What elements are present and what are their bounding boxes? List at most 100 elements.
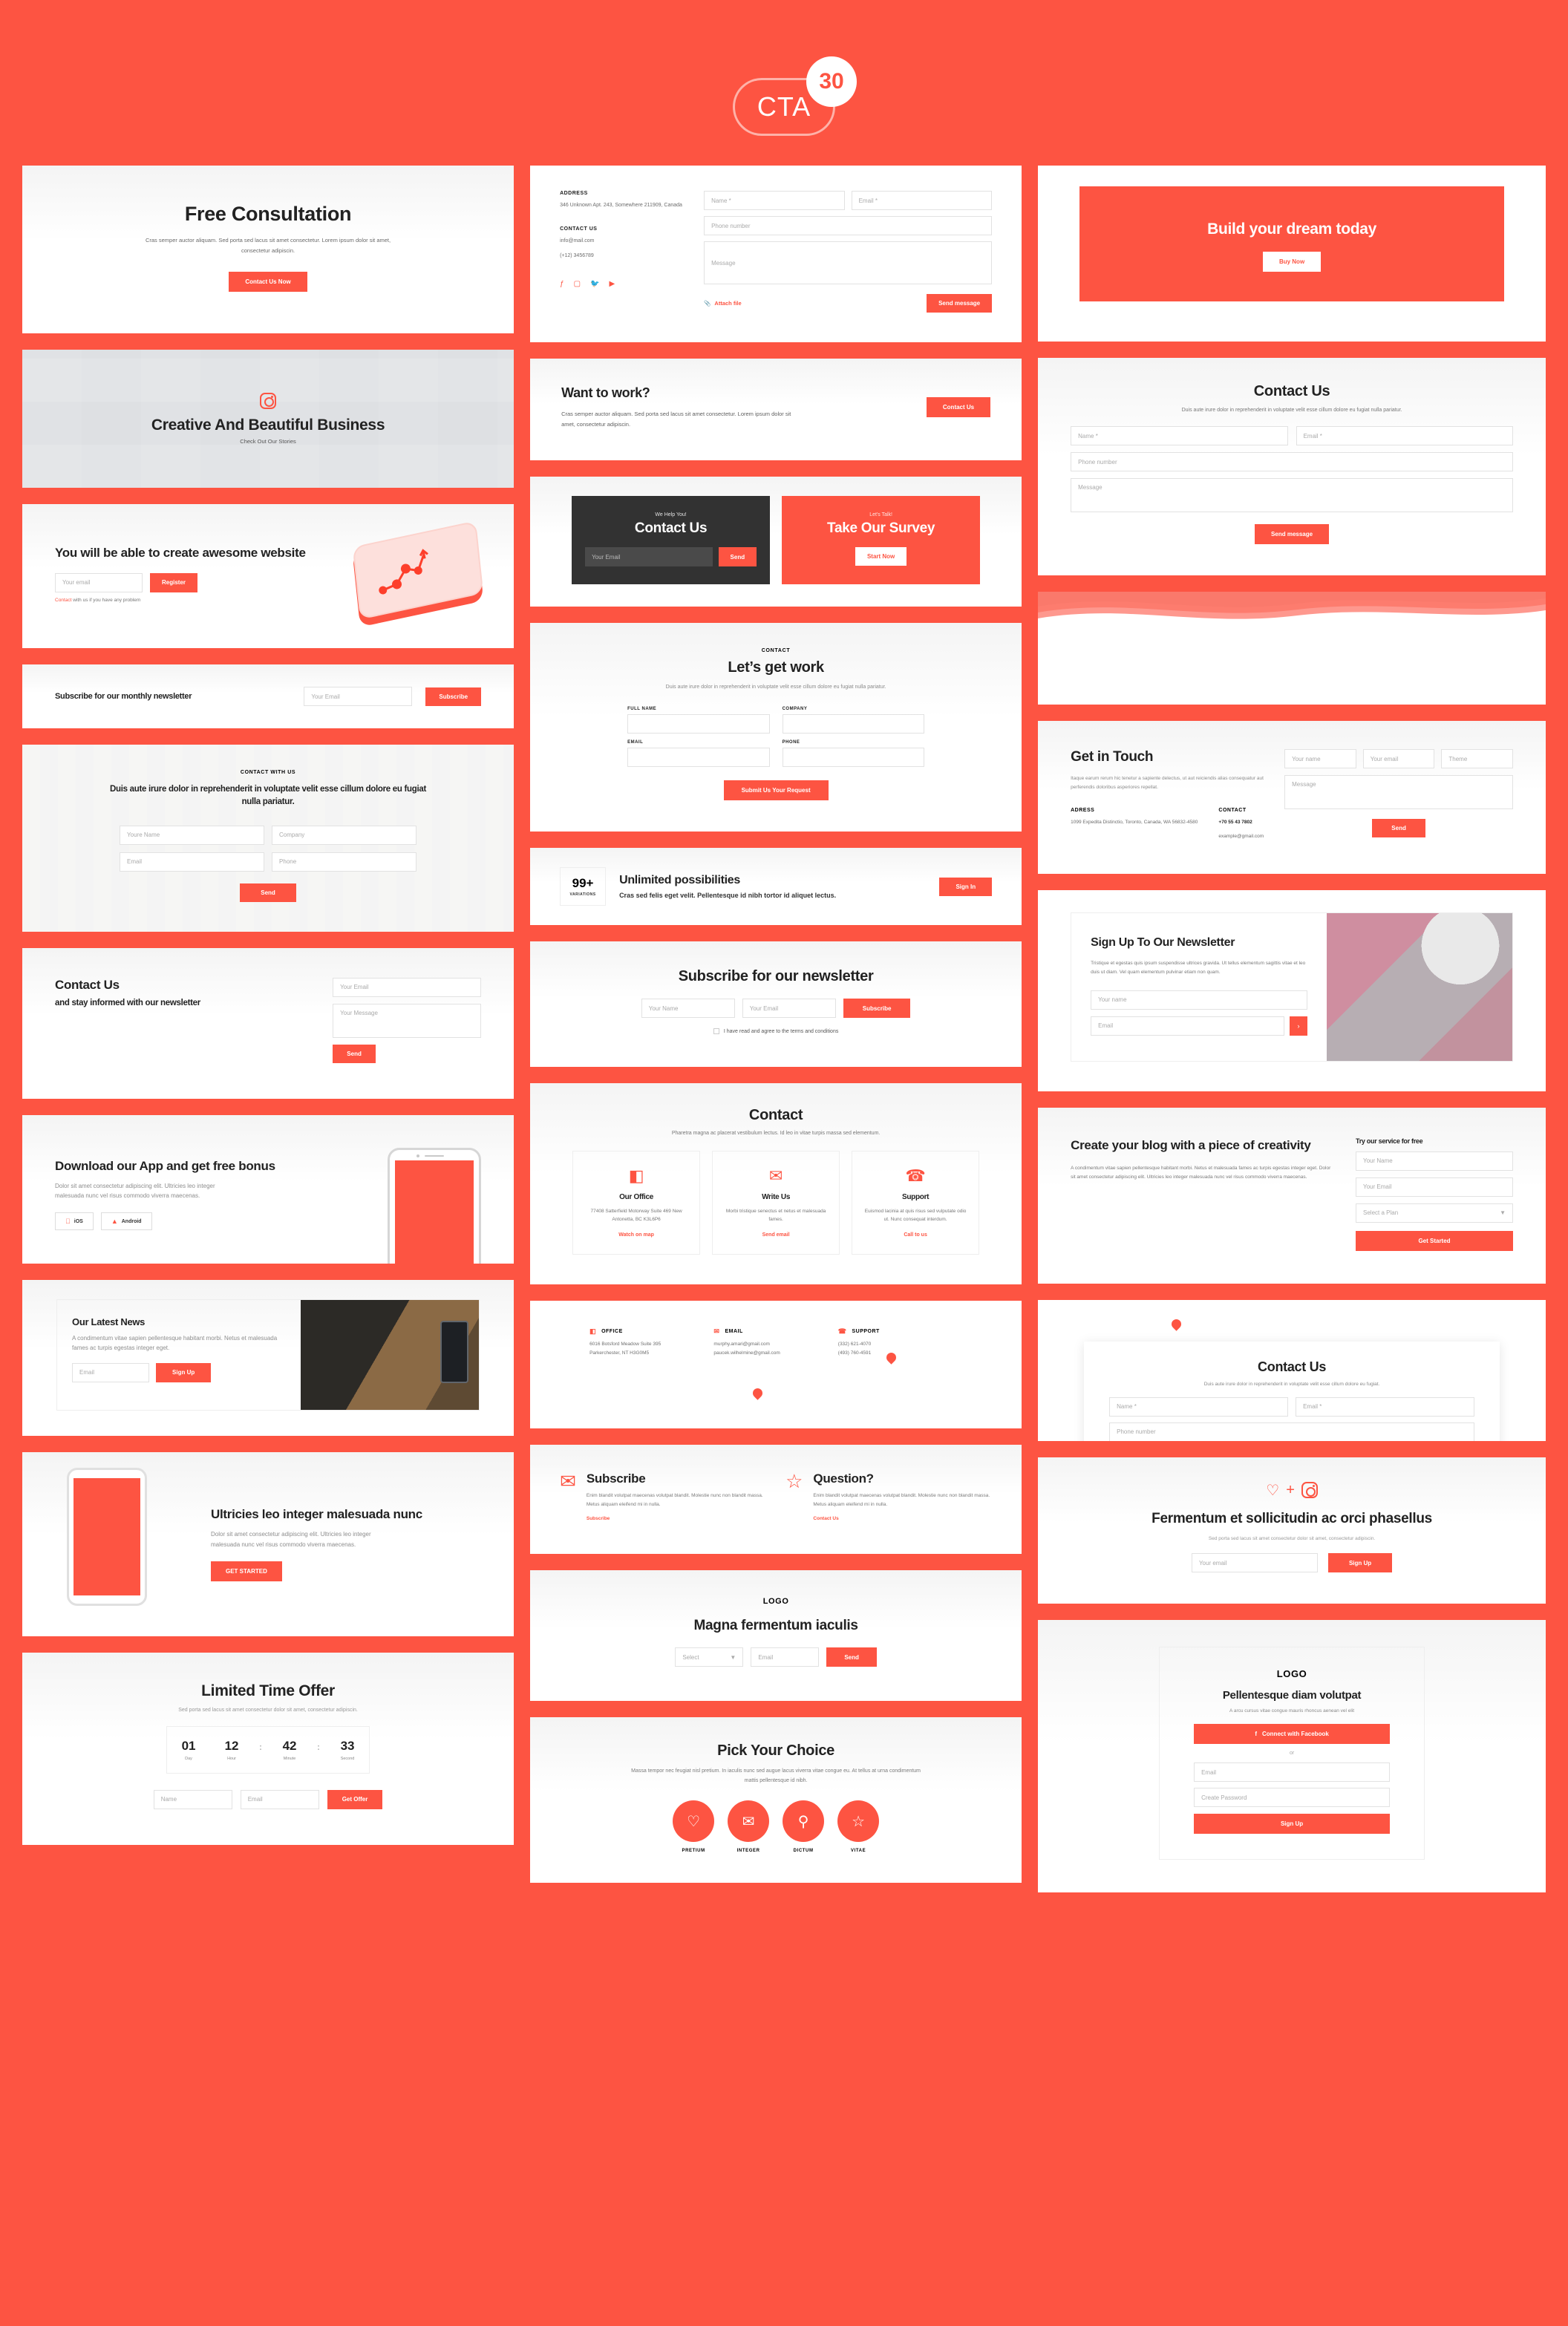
sq-question-link[interactable]: Contact Us (813, 1516, 992, 1521)
magna-select[interactable]: Select ▼ (675, 1647, 744, 1667)
contact-us-now-button[interactable]: Contact Us Now (229, 272, 307, 292)
news-signup-button[interactable]: Sign Up (156, 1362, 212, 1382)
monthly-email-input[interactable]: Your Email (304, 687, 413, 706)
pop-phone-input[interactable]: Phone number (1109, 1422, 1474, 1441)
cu3-name-input[interactable]: Name * (1071, 426, 1288, 445)
magna-select-value: Select (682, 1653, 699, 1661)
git-message-input[interactable]: Message (1284, 775, 1513, 809)
youtube-icon[interactable]: ▶ (610, 280, 615, 288)
pick-item-vitae[interactable]: ☆ VITAE (837, 1800, 880, 1853)
addr-email-input[interactable]: Email * (851, 191, 993, 210)
addr-message-input[interactable]: Message (704, 241, 993, 284)
buy-now-button[interactable]: Buy Now (1262, 252, 1322, 272)
nl-name-input[interactable]: Your Name (641, 999, 735, 1019)
pop-email-input[interactable]: Email * (1296, 1396, 1474, 1417)
cwu-email-input[interactable]: Email (120, 852, 265, 872)
news-email-input[interactable]: Email (72, 1362, 150, 1382)
git-theme-input[interactable]: Theme (1441, 749, 1513, 768)
dark-email-input[interactable]: Your Email (585, 547, 713, 566)
lgw-email-input[interactable] (627, 748, 770, 768)
work-contact-button[interactable]: Contact Us (926, 397, 991, 417)
sgn-name-input[interactable]: Your name (1091, 990, 1307, 1010)
submit-request-button[interactable]: Submit Us Your Request (723, 780, 829, 801)
card-contact-us-form: Contact Us Duis aute irure dolor in repr… (1038, 358, 1546, 575)
logo-email-input[interactable]: Email (1194, 1763, 1391, 1783)
cu3-email-input[interactable]: Email * (1296, 426, 1513, 445)
heart-icon: ♡ (673, 1800, 715, 1843)
connect-facebook-button[interactable]: f Connect with Facebook (1194, 1724, 1391, 1745)
watch-on-map-link[interactable]: Watch on map (585, 1232, 687, 1238)
sq-subscribe-link[interactable]: Subscribe (587, 1516, 766, 1521)
card-map-popup[interactable]: Contact Us Duis aute irure dolor in repr… (1038, 1299, 1546, 1441)
ios-store-button[interactable]: iOS (55, 1212, 94, 1231)
ferm-email-input[interactable]: Your email (1191, 1553, 1318, 1573)
sign-in-button[interactable]: Sign In (939, 877, 993, 896)
pick-item-dictum[interactable]: ⚲ DICTUM (783, 1800, 825, 1853)
cwu-phone-input[interactable]: Phone (272, 852, 417, 872)
lgw-phone-input[interactable] (782, 748, 925, 768)
offer-body: Sed porta sed lacus sit amet consectetur… (178, 1707, 358, 1713)
cwu-company-input[interactable]: Company (272, 825, 417, 845)
blog-email-input[interactable]: Your Email (1356, 1177, 1513, 1197)
facebook-icon[interactable]: ƒ (560, 280, 564, 288)
cu3-send-button[interactable]: Send message (1255, 524, 1330, 544)
cun-send-button[interactable]: Send (333, 1044, 376, 1063)
subscribe-button[interactable]: Subscribe (425, 687, 482, 706)
git-email-input[interactable]: Your email (1362, 749, 1435, 768)
pick-item-pretium[interactable]: ♡ PRETIUM (673, 1800, 715, 1853)
call-to-us-link[interactable]: Call to us (864, 1232, 967, 1238)
twitter-icon[interactable]: 🐦 (590, 280, 599, 288)
card-map-contact-bar[interactable]: ◧ OFFICE 6016 Botsford Meadow Suite 395 Pa… (530, 1301, 1022, 1429)
nl-email-input[interactable]: Your Email (742, 999, 836, 1019)
logo-signup-button[interactable]: Sign Up (1194, 1814, 1391, 1835)
magna-email-input[interactable]: Email (751, 1647, 820, 1667)
card-fermentum: ♡ + Fermentum et sollicitudin ac orci ph… (1038, 1457, 1546, 1604)
cwu-send-button[interactable]: Send (240, 883, 296, 902)
cun-email-input[interactable]: Your Email (333, 977, 482, 997)
attach-file-button[interactable]: 📎 Attach file (704, 300, 742, 307)
register-button[interactable]: Register (150, 572, 198, 592)
offer-name-input[interactable]: Name (153, 1789, 232, 1809)
send-email-link[interactable]: Send email (725, 1232, 827, 1238)
nl-subscribe-button[interactable]: Subscribe (843, 999, 911, 1019)
awesome-note-link[interactable]: Contact (55, 598, 71, 603)
ferm-signup-button[interactable]: Sign Up (1327, 1553, 1393, 1573)
logo-password-input[interactable]: Create Password (1194, 1788, 1391, 1808)
get-started-blog-button[interactable]: Get Started (1356, 1230, 1513, 1251)
magna-send-button[interactable]: Send (826, 1647, 877, 1667)
instagram-icon (1301, 1482, 1318, 1499)
lgw-fullname-input[interactable] (627, 714, 770, 734)
instagram-icon[interactable]: ▢ (574, 280, 581, 288)
pop-name-input[interactable]: Name * (1109, 1396, 1289, 1417)
blog-name-input[interactable]: Your Name (1356, 1151, 1513, 1171)
phone-icon: ☎ (905, 1166, 926, 1186)
git-name-input[interactable]: Your name (1284, 749, 1356, 768)
terms-checkbox[interactable] (713, 1028, 719, 1035)
cun-message-input[interactable]: Your Message (333, 1003, 482, 1038)
cta-pill[interactable]: CTA 30 (733, 56, 857, 136)
pick-item-integer[interactable]: ✉ INTEGER (728, 1800, 770, 1853)
cwu-name-input[interactable]: Youre Name (120, 825, 265, 845)
dark-send-button[interactable]: Send (718, 547, 757, 566)
search-icon: ⚲ (783, 1800, 825, 1843)
plus-icon: + (1286, 1481, 1295, 1498)
sgn-email-input[interactable]: Email (1091, 1016, 1284, 1036)
start-now-button[interactable]: Start Now (855, 547, 907, 566)
send-message-button[interactable]: Send message (927, 294, 993, 313)
connect-button[interactable]: Connect (1264, 651, 1320, 672)
cu3-message-input[interactable]: Message (1071, 478, 1513, 512)
git-send-button[interactable]: Send (1372, 819, 1425, 837)
arrow-right-icon[interactable]: › (1290, 1016, 1307, 1036)
addr-phone-input[interactable]: Phone number (704, 216, 993, 235)
get-offer-button[interactable]: Get Offer (327, 1789, 383, 1809)
cu3-phone-input[interactable]: Phone number (1071, 452, 1513, 471)
android-store-button[interactable]: ▲ Android (100, 1212, 152, 1231)
blog-plan-select[interactable]: Select a Plan ▼ (1356, 1203, 1513, 1223)
cu3-title: Contact Us (1253, 383, 1330, 399)
offer-email-input[interactable]: Email (240, 1789, 319, 1809)
awesome-email-input[interactable]: Your email (55, 572, 143, 592)
lgw-company-input[interactable] (782, 714, 925, 734)
pick-body: Massa tempor nec feugiat nisl pretium. I… (631, 1768, 921, 1783)
addr-name-input[interactable]: Name * (704, 191, 845, 210)
get-started-button[interactable]: GET STARTED (211, 1561, 282, 1581)
